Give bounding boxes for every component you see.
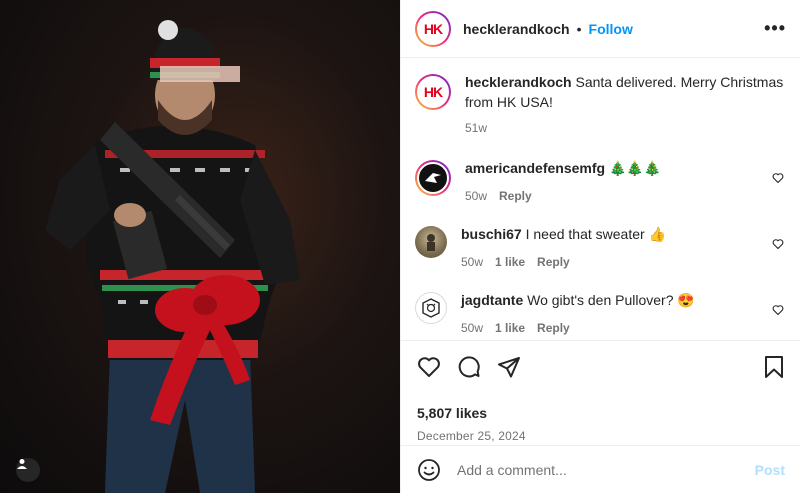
post-photo-illustration [45, 20, 300, 493]
like-count[interactable]: 5,807 likes [417, 405, 785, 421]
emoji-icon[interactable] [417, 458, 441, 482]
action-icons [417, 353, 785, 381]
separator-dot: • [576, 20, 582, 37]
comment-text: 🎄🎄🎄 [608, 160, 662, 176]
comment-age: 50w [461, 255, 484, 269]
user-icon [17, 459, 27, 469]
caption-username[interactable]: hecklerandkoch [465, 74, 572, 90]
hunting-logo-icon [422, 298, 440, 318]
hk-logo-text: HK [423, 20, 443, 37]
comment-username[interactable]: buschi67 [461, 226, 522, 242]
post-date: December 25, 2024 [417, 429, 526, 443]
comment-likes[interactable]: 1 like [495, 252, 525, 272]
comment-row: americandefensemfg 🎄🎄🎄 50w Reply [415, 160, 786, 206]
post-side-panel: HK hecklerandkoch • Follow ••• HK heckle… [400, 0, 800, 493]
hk-logo: HK [417, 12, 449, 45]
reply-button[interactable]: Reply [537, 252, 570, 272]
commenter-avatar[interactable] [415, 160, 451, 196]
post-actions: 5,807 likes December 25, 2024 [401, 340, 800, 443]
comment-row: buschi67 I need that sweater 👍 50w 1 lik… [415, 226, 786, 272]
comment-input[interactable] [455, 460, 755, 479]
comment-text: I need that sweater 👍 [525, 226, 666, 242]
comment-text: Wo gibt's den Pullover? 😍 [527, 292, 695, 308]
comment-meta: 50w 1 like Reply [461, 252, 786, 272]
share-icon[interactable] [497, 355, 521, 379]
instagram-post: HK hecklerandkoch • Follow ••• HK heckle… [0, 0, 800, 493]
author-username[interactable]: hecklerandkoch [463, 21, 570, 37]
comment-row: jagdtante Wo gibt's den Pullover? 😍 50w … [415, 292, 786, 338]
comment-likes[interactable]: 1 like [495, 318, 525, 338]
more-options-icon[interactable]: ••• [764, 18, 786, 39]
bookmark-icon[interactable] [763, 355, 785, 379]
commenter-avatar[interactable] [415, 226, 447, 258]
comment-heart-icon[interactable] [772, 238, 784, 250]
post-header: HK hecklerandkoch • Follow ••• [401, 0, 800, 58]
post-image[interactable] [0, 0, 400, 493]
reply-button[interactable]: Reply [499, 186, 532, 206]
comment-username[interactable]: americandefensemfg [465, 160, 605, 176]
follow-button[interactable]: Follow [589, 21, 633, 37]
comment-meta: 50w 1 like Reply [461, 318, 786, 338]
post-comment-button[interactable]: Post [755, 462, 785, 478]
comment-heart-icon[interactable] [772, 172, 784, 184]
comment-age: 50w [461, 321, 484, 335]
eagle-icon [425, 173, 441, 183]
hk-logo: HK [417, 76, 449, 108]
comment-username[interactable]: jagdtante [461, 292, 523, 308]
comment-meta: 50w Reply [465, 186, 786, 206]
heart-icon[interactable] [417, 355, 441, 379]
caption-avatar[interactable]: HK [415, 74, 451, 110]
comment-body: americandefensemfg 🎄🎄🎄 50w Reply [465, 158, 786, 206]
caption-body: hecklerandkoch Santa delivered. Merry Ch… [465, 72, 786, 138]
commenter-avatar[interactable] [415, 292, 447, 324]
user-tag-icon[interactable] [16, 458, 40, 482]
comment-body: jagdtante Wo gibt's den Pullover? 😍 50w … [461, 290, 786, 338]
caption-meta: 51w [465, 118, 786, 138]
hk-logo-text: HK [423, 84, 443, 100]
figure-icon [427, 234, 435, 251]
comment-age: 50w [465, 189, 488, 203]
reply-button[interactable]: Reply [537, 318, 570, 338]
author-avatar[interactable]: HK [415, 10, 451, 47]
caption-row: HK hecklerandkoch Santa delivered. Merry… [415, 74, 786, 138]
comment-heart-icon[interactable] [772, 304, 784, 316]
comments-list: HK hecklerandkoch Santa delivered. Merry… [401, 58, 800, 340]
comment-body: buschi67 I need that sweater 👍 50w 1 lik… [461, 224, 786, 272]
americandefense-logo [417, 162, 449, 194]
add-comment-bar: Post [401, 445, 800, 493]
caption-age: 51w [465, 121, 488, 135]
comment-icon[interactable] [457, 355, 481, 379]
